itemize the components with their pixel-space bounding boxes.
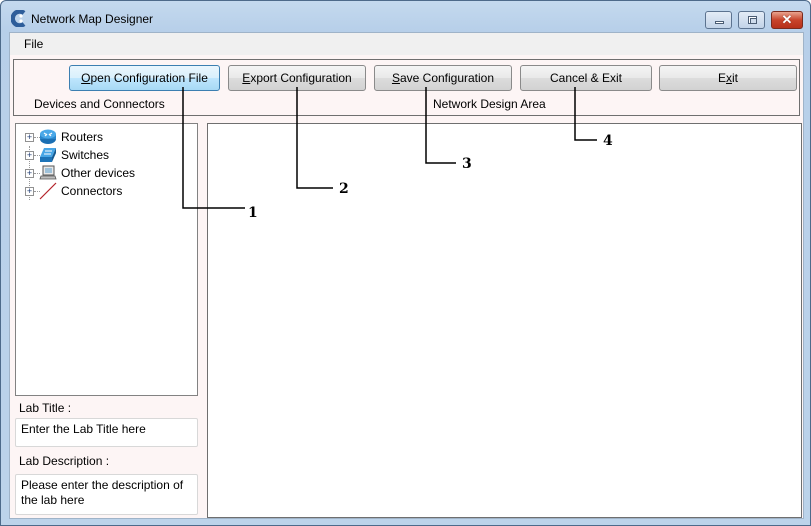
- expand-icon[interactable]: +: [25, 187, 34, 196]
- lab-description-label: Lab Description :: [19, 454, 110, 468]
- router-icon: [40, 129, 56, 144]
- device-tree[interactable]: + Routers + Switches + Other devices + C…: [15, 123, 198, 396]
- app-logo-icon: [11, 10, 26, 27]
- lab-title-label: Lab Title :: [19, 401, 72, 415]
- tree-item-routers[interactable]: + Routers: [16, 128, 197, 146]
- devices-connectors-label: Devices and Connectors: [34, 97, 165, 111]
- button-label: ave Configuration: [399, 71, 495, 85]
- maximize-button[interactable]: [738, 11, 765, 29]
- network-design-area-label: Network Design Area: [433, 97, 546, 111]
- close-button[interactable]: ✕: [771, 11, 803, 29]
- button-label: E: [717, 71, 726, 85]
- callout-number-3: 3: [462, 156, 472, 172]
- toolbar: Open Configuration File Export Configura…: [13, 59, 800, 116]
- tree-item-label: Routers: [61, 130, 104, 144]
- lab-description-input[interactable]: Please enter the description of the lab …: [15, 474, 198, 515]
- title-bar[interactable]: Network Map Designer ✕: [1, 1, 810, 33]
- connector-line-icon: [39, 182, 57, 200]
- tree-item-switches[interactable]: + Switches: [16, 146, 197, 164]
- callout-number-4: 4: [603, 133, 613, 149]
- button-label: it: [732, 71, 738, 85]
- tree-item-other-devices[interactable]: + Other devices: [16, 164, 197, 182]
- expand-icon[interactable]: +: [25, 151, 34, 160]
- cancel-exit-button[interactable]: Cancel & Exit: [520, 65, 652, 91]
- window-title: Network Map Designer: [31, 12, 154, 26]
- computer-icon: [39, 165, 57, 180]
- expand-icon[interactable]: +: [25, 169, 34, 178]
- exit-button[interactable]: Exit: [659, 65, 797, 91]
- mnemonic: S: [391, 71, 400, 85]
- client-area: File Open Configuration File Export Conf…: [9, 32, 804, 519]
- maximize-icon: [748, 16, 757, 24]
- menu-file[interactable]: File: [24, 37, 43, 51]
- callout-number-1: 1: [248, 205, 258, 221]
- tree-item-label: Connectors: [61, 184, 123, 198]
- tree-item-connectors[interactable]: + Connectors: [16, 182, 197, 200]
- app-window: Network Map Designer ✕ File Open Configu…: [0, 0, 811, 526]
- button-label: pen Configuration File: [90, 71, 208, 85]
- minimize-button[interactable]: [705, 11, 732, 29]
- lab-title-input[interactable]: Enter the Lab Title here: [15, 418, 198, 447]
- save-configuration-button[interactable]: Save Configuration: [374, 65, 512, 91]
- network-design-canvas[interactable]: [207, 123, 802, 518]
- menu-bar: File: [10, 33, 803, 55]
- tree-item-label: Other devices: [61, 166, 136, 180]
- open-configuration-button[interactable]: Open Configuration File: [69, 65, 220, 91]
- button-label: xport Configuration: [250, 71, 352, 85]
- export-configuration-button[interactable]: Export Configuration: [228, 65, 366, 91]
- close-icon: ✕: [781, 12, 793, 27]
- callout-number-2: 2: [339, 181, 349, 197]
- tree-item-label: Switches: [61, 148, 110, 162]
- expand-icon[interactable]: +: [25, 133, 34, 142]
- minimize-icon: [715, 21, 724, 24]
- switch-icon: [40, 148, 56, 162]
